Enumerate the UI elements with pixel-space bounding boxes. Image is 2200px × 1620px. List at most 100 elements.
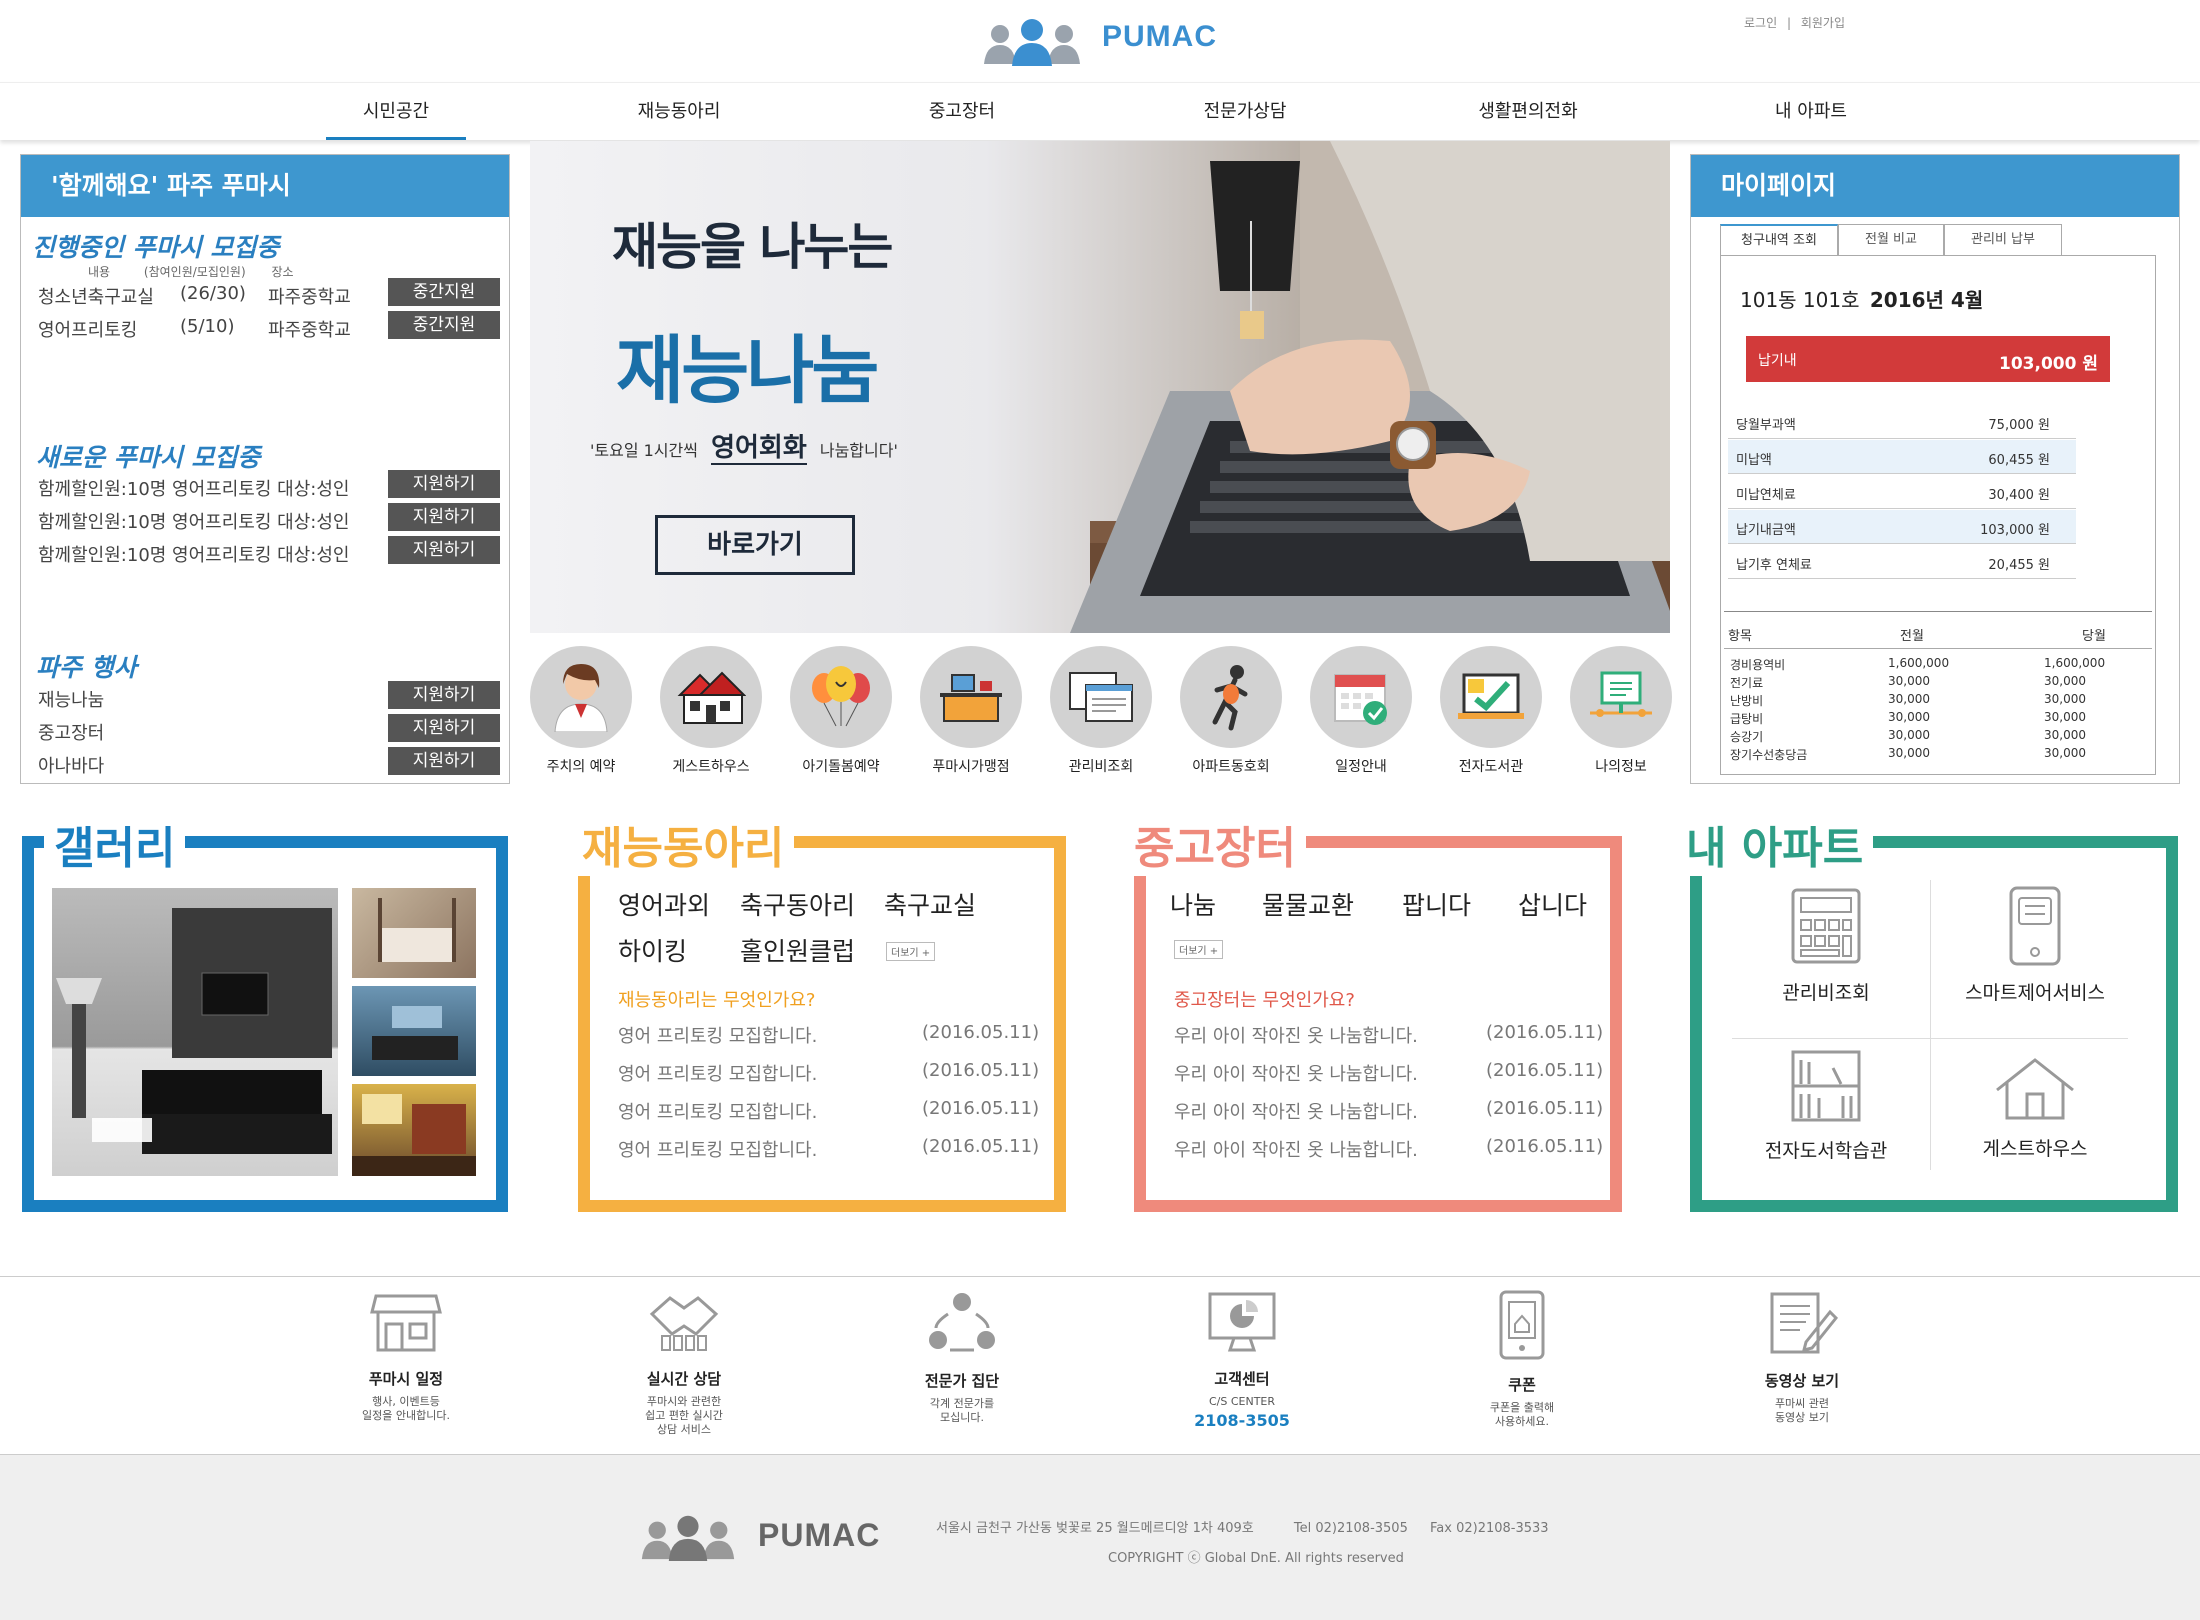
market-tag[interactable]: 팝니다 [1402, 886, 1471, 922]
service-chat[interactable]: 실시간 상담 푸마시와 관련한 쉽고 편한 실시간 상담 서비스 [584, 1290, 784, 1437]
service-coupon[interactable]: 쿠폰 쿠폰을 출력해 사용하세요. [1422, 1290, 1622, 1429]
service-video[interactable]: 동영상 보기 푸마씨 관련 동영상 보기 [1702, 1290, 1902, 1425]
service-schedule[interactable]: 푸마시 일정 행사, 이벤트등 일정을 안내합니다. [306, 1290, 506, 1423]
due-label: 납기내 [1758, 353, 1797, 369]
market-post-date: (2016.05.11) [1486, 1136, 1604, 1157]
club-tag[interactable]: 축구교실 [884, 886, 976, 922]
bill-icon[interactable] [1050, 646, 1152, 748]
calendar-icon[interactable] [1310, 646, 1412, 748]
gallery-title: 갤러리 [44, 812, 186, 876]
service-title: 동영상 보기 [1764, 1372, 1840, 1390]
brand-name: PUMAC [1102, 20, 1217, 53]
gallery-thumb-lounge[interactable] [352, 986, 476, 1076]
elibrary-icon[interactable] [1440, 646, 1542, 748]
mypage-tab-pay[interactable]: 관리비 납부 [1944, 224, 2062, 256]
service-strip-top-line [0, 1276, 2200, 1277]
apply-button[interactable]: 지원하기 [388, 681, 500, 709]
shop-icon[interactable] [920, 646, 1022, 748]
handshake-icon [649, 1296, 719, 1351]
banner-cta-button[interactable]: 바로가기 [655, 515, 855, 575]
runner-icon[interactable] [1180, 646, 1282, 748]
signup-link[interactable]: 회원가입 [1801, 16, 1845, 30]
bill-row: 미납연체료 30,400 원 [1728, 475, 2076, 509]
mypage-tab-bill[interactable]: 청구내역 조회 [1720, 224, 1838, 256]
club-post-title[interactable]: 영어 프리토킹 모집합니다. [618, 1060, 817, 1086]
apply-button[interactable]: 지원하기 [388, 536, 500, 564]
club-tag[interactable]: 하이킹 [618, 932, 687, 968]
market-tag[interactable]: 나눔 [1170, 886, 1216, 922]
apt-item-guesthouse[interactable]: 게스트하우스 [1950, 1056, 2120, 1161]
club-post-title[interactable]: 영어 프리토킹 모집합니다. [618, 1098, 817, 1124]
footer-fax: Fax 02)2108-3533 [1430, 1521, 1549, 1536]
bill-row-value: 103,000 원 [1980, 523, 2050, 538]
apply-button[interactable]: 지원하기 [388, 714, 500, 742]
ongoing-count: (26/30) [180, 283, 246, 304]
apt-item-library[interactable]: 전자도서학습관 [1746, 1048, 1906, 1163]
club-post-title[interactable]: 영어 프리토킹 모집합니다. [618, 1022, 817, 1048]
compare-item: 난방비 [1730, 694, 1764, 708]
club-tag[interactable]: 영어과외 [618, 886, 710, 922]
doctor-icon[interactable] [530, 646, 632, 748]
compare-prev: 30,000 [1888, 710, 1930, 724]
apt-item-smart[interactable]: 스마트제어서비스 [1950, 886, 2120, 1005]
apply-button[interactable]: 지원하기 [388, 470, 500, 498]
club-tag[interactable]: 축구동아리 [740, 886, 855, 922]
market-question-link[interactable]: 중고장터는 무엇인가요? [1174, 986, 1355, 1012]
compare-header-line [1724, 648, 2152, 649]
ongoing-place: 파주중학교 [268, 287, 351, 308]
gallery-thumb-kitchen[interactable] [352, 1084, 476, 1176]
apt-item-label: 전자도서학습관 [1764, 1140, 1888, 1162]
gallery-thumb-bedroom[interactable] [352, 888, 476, 978]
nav-my-apt[interactable]: 내 아파트 [1731, 97, 1891, 123]
smartphone-icon [2009, 886, 2061, 966]
club-more-button[interactable]: 더보기 + [886, 942, 936, 961]
footer-logo-icon [641, 1515, 735, 1561]
apply-button[interactable]: 지원하기 [388, 747, 500, 775]
club-question-link[interactable]: 재능동아리는 무엇인가요? [618, 986, 815, 1012]
compare-curr: 30,000 [2044, 674, 2086, 688]
new-row-text: 함께할인원:10명 영어프리토킹 대상:성인 [38, 479, 350, 500]
apt-item-label: 게스트하우스 [1982, 1138, 2088, 1160]
support-button[interactable]: 중간지원 [388, 311, 500, 339]
gallery-main-photo[interactable] [52, 888, 338, 1176]
apt-item-label: 관리비조회 [1782, 982, 1870, 1004]
compare-item: 승강기 [1730, 730, 1764, 744]
compare-divider [1724, 611, 2152, 612]
separator: | [1786, 16, 1791, 30]
market-post-title[interactable]: 우리 아이 작아진 옷 나눔합니다. [1174, 1098, 1418, 1124]
apply-button[interactable]: 지원하기 [388, 503, 500, 531]
market-tag[interactable]: 물물교환 [1262, 886, 1354, 922]
document-edit-icon [1770, 1292, 1839, 1354]
club-post-title[interactable]: 영어 프리토킹 모집합니다. [618, 1136, 817, 1162]
login-link[interactable]: 로그인 [1744, 16, 1777, 30]
sec-ongoing-header: 내용 (참여인원/모집인원) 장소 [88, 263, 294, 280]
support-button[interactable]: 중간지원 [388, 278, 500, 306]
cs-phone[interactable]: 2108-3505 [1142, 1411, 1342, 1430]
nav-talent-club[interactable]: 재능동아리 [599, 97, 759, 123]
market-tag[interactable]: 삽니다 [1518, 886, 1587, 922]
service-cs-center[interactable]: 고객센터 C/S CENTER 2108-3505 [1142, 1290, 1342, 1430]
market-post-title[interactable]: 우리 아이 작아진 옷 나눔합니다. [1174, 1060, 1418, 1086]
nav-expert-consult[interactable]: 전문가상담 [1165, 97, 1325, 123]
site-logo[interactable]: PUMAC [980, 14, 1220, 66]
myinfo-icon[interactable] [1570, 646, 1672, 748]
nav-citizen-space[interactable]: 시민공간 [316, 97, 476, 123]
market-post-date: (2016.05.11) [1486, 1022, 1604, 1043]
apt-item-bill[interactable]: 관리비조회 [1746, 886, 1906, 1005]
service-experts[interactable]: 전문가 집단 각계 전문가를 모십니다. [862, 1290, 1062, 1425]
club-tag[interactable]: 홀인원클럽 [740, 932, 855, 968]
quick-label: 푸마시가맹점 [932, 759, 1010, 775]
hero-banner[interactable]: 재능을 나누는 재능나눔 '토요일 1시간씩 영어회화 나눔합니다' 바로가기 [530, 141, 1670, 633]
market-more-button[interactable]: 더보기 + [1174, 940, 1224, 959]
mobile-coupon-icon [1499, 1290, 1545, 1360]
guesthouse-icon[interactable] [660, 646, 762, 748]
nav-life-phone[interactable]: 생활편의전화 [1448, 97, 1608, 123]
market-post-title[interactable]: 우리 아이 작아진 옷 나눔합니다. [1174, 1136, 1418, 1162]
banner-sub-pre: '토요일 1시간씩 [590, 441, 698, 460]
club-title: 재능동아리 [572, 812, 795, 876]
nav-used-market[interactable]: 중고장터 [882, 97, 1042, 123]
market-post-title[interactable]: 우리 아이 작아진 옷 나눔합니다. [1174, 1022, 1418, 1048]
balloon-icon[interactable] [790, 646, 892, 748]
compare-curr: 1,600,000 [2044, 656, 2106, 670]
mypage-tab-compare[interactable]: 전월 비교 [1838, 224, 1944, 256]
